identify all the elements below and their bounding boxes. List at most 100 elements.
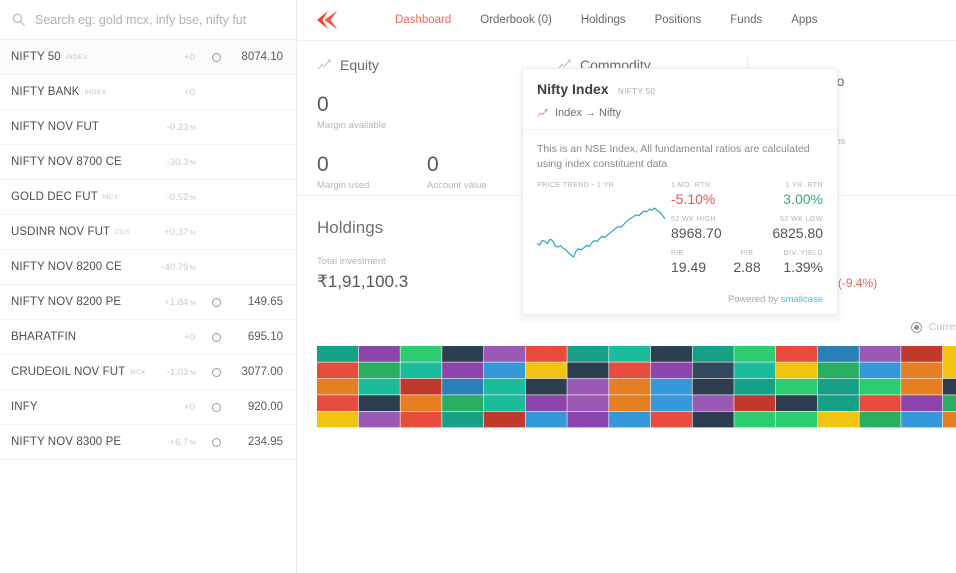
treemap-cell[interactable] xyxy=(442,395,484,411)
treemap-cell[interactable] xyxy=(442,378,484,395)
treemap-cell[interactable] xyxy=(567,411,609,428)
treemap-cell[interactable] xyxy=(734,395,776,411)
treemap-cell[interactable] xyxy=(692,411,734,428)
treemap-cell[interactable] xyxy=(400,411,442,428)
watchlist-row[interactable]: NIFTY NOV 8300 PE +6.7% 234.95 xyxy=(0,425,296,460)
treemap-cell[interactable] xyxy=(692,378,734,395)
watchlist-row[interactable]: NIFTY NOV 8200 PE +1.84% 149.65 xyxy=(0,285,296,320)
treemap-cell[interactable] xyxy=(317,346,359,362)
treemap-cell[interactable] xyxy=(859,395,901,411)
treemap-cell[interactable] xyxy=(358,362,400,379)
treemap-cell[interactable] xyxy=(942,346,956,379)
treemap-cell[interactable] xyxy=(609,395,651,411)
treemap-cell[interactable] xyxy=(358,378,400,395)
treemap-cell[interactable] xyxy=(650,346,692,362)
treemap-cell[interactable] xyxy=(483,378,526,395)
treemap-cell[interactable] xyxy=(901,362,943,379)
treemap-cell[interactable] xyxy=(525,395,567,411)
treemap-cell[interactable] xyxy=(567,362,609,379)
treemap-cell[interactable] xyxy=(525,378,567,395)
treemap-cell[interactable] xyxy=(776,362,818,379)
treemap-cell[interactable] xyxy=(859,378,901,395)
holdings-treemap-chart[interactable] xyxy=(317,346,956,428)
treemap-cell[interactable] xyxy=(692,346,734,362)
treemap-cell[interactable] xyxy=(358,346,400,362)
radio-current-value[interactable]: Current Value xyxy=(910,321,956,333)
treemap-cell[interactable] xyxy=(817,378,859,395)
treemap-cell[interactable] xyxy=(650,378,692,395)
treemap-cell[interactable] xyxy=(817,395,859,411)
treemap-cell[interactable] xyxy=(483,395,526,411)
watchlist-row[interactable]: NIFTY NOV 8700 CE -30.3% xyxy=(0,145,296,180)
treemap-cell[interactable] xyxy=(609,362,651,379)
nav-link-funds[interactable]: Funds xyxy=(730,14,762,26)
watchlist-row[interactable]: NIFTY 50 INDEX +0 8074.10 xyxy=(0,40,296,75)
nav-link-orderbook[interactable]: Orderbook (0) xyxy=(480,14,552,26)
zerodha-kite-logo-icon[interactable] xyxy=(315,9,341,31)
treemap-cell[interactable] xyxy=(525,362,567,379)
treemap-cell[interactable] xyxy=(650,362,692,379)
nav-link-holdings[interactable]: Holdings xyxy=(581,14,626,26)
treemap-cell[interactable] xyxy=(609,346,651,362)
treemap-cell[interactable] xyxy=(650,411,692,428)
treemap-cell[interactable] xyxy=(734,411,776,428)
treemap-cell[interactable] xyxy=(442,411,484,428)
treemap-cell[interactable] xyxy=(567,346,609,362)
search-input[interactable] xyxy=(35,12,284,27)
watchlist-row[interactable]: INFY +0 920.00 xyxy=(0,390,296,425)
treemap-cell[interactable] xyxy=(609,378,651,395)
nav-link-apps[interactable]: Apps xyxy=(791,14,817,26)
treemap-cell[interactable] xyxy=(400,378,442,395)
treemap-cell[interactable] xyxy=(692,395,734,411)
treemap-cell[interactable] xyxy=(525,346,567,362)
treemap-cell[interactable] xyxy=(817,362,859,379)
treemap-cell[interactable] xyxy=(776,395,818,411)
watchlist-row[interactable]: NIFTY NOV FUT -0.23% xyxy=(0,110,296,145)
treemap-cell[interactable] xyxy=(483,346,526,362)
nav-link-dashboard[interactable]: Dashboard xyxy=(395,14,451,26)
treemap-cell[interactable] xyxy=(400,362,442,379)
treemap-cell[interactable] xyxy=(483,362,526,379)
treemap-cell[interactable] xyxy=(358,395,400,411)
watchlist-row[interactable]: NIFTY BANK INDEX +0 xyxy=(0,75,296,110)
watchlist-row[interactable]: GOLD DEC FUT MCX -0.52% xyxy=(0,180,296,215)
treemap-cell[interactable] xyxy=(483,411,526,428)
treemap-cell[interactable] xyxy=(942,411,956,428)
treemap-cell[interactable] xyxy=(901,378,943,395)
treemap-cell[interactable] xyxy=(442,362,484,379)
treemap-cell[interactable] xyxy=(734,378,776,395)
treemap-cell[interactable] xyxy=(859,362,901,379)
watchlist-row[interactable]: CRUDEOIL NOV FUT MCX -1.03% 3077.00 xyxy=(0,355,296,390)
treemap-cell[interactable] xyxy=(358,411,400,428)
popover-footer-brand[interactable]: smallcase xyxy=(781,294,823,305)
treemap-cell[interactable] xyxy=(776,346,818,362)
watchlist-row[interactable]: USDINR NOV FUT CDS +0.37% xyxy=(0,215,296,250)
treemap-cell[interactable] xyxy=(734,346,776,362)
treemap-cell[interactable] xyxy=(776,411,818,428)
treemap-cell[interactable] xyxy=(609,411,651,428)
treemap-cell[interactable] xyxy=(734,362,776,379)
treemap-cell[interactable] xyxy=(817,411,859,428)
treemap-cell[interactable] xyxy=(567,378,609,395)
search-bar[interactable] xyxy=(0,0,296,40)
treemap-cell[interactable] xyxy=(317,362,359,379)
treemap-cell[interactable] xyxy=(817,346,859,362)
treemap-cell[interactable] xyxy=(901,395,943,411)
nav-link-positions[interactable]: Positions xyxy=(655,14,702,26)
treemap-cell[interactable] xyxy=(776,378,818,395)
treemap-cell[interactable] xyxy=(567,395,609,411)
treemap-cell[interactable] xyxy=(942,395,956,411)
watchlist-row[interactable]: BHARATFIN +0 695.10 xyxy=(0,320,296,355)
treemap-cell[interactable] xyxy=(400,395,442,411)
treemap-cell[interactable] xyxy=(442,346,484,362)
treemap-cell[interactable] xyxy=(859,411,901,428)
treemap-cell[interactable] xyxy=(942,378,956,395)
treemap-cell[interactable] xyxy=(317,395,359,411)
treemap-cell[interactable] xyxy=(692,362,734,379)
treemap-cell[interactable] xyxy=(901,411,943,428)
treemap-cell[interactable] xyxy=(859,346,901,362)
treemap-cell[interactable] xyxy=(650,395,692,411)
treemap-cell[interactable] xyxy=(317,411,359,428)
treemap-cell[interactable] xyxy=(525,411,567,428)
treemap-cell[interactable] xyxy=(901,346,943,362)
